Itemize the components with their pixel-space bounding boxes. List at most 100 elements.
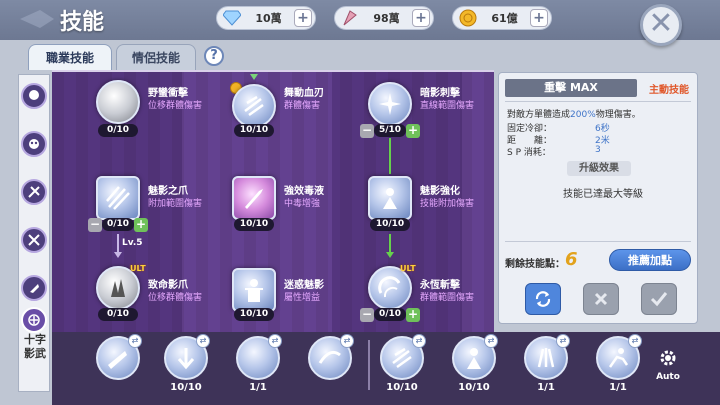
job-class2-button[interactable] <box>21 179 47 205</box>
arrow-down-icon <box>386 252 394 258</box>
divider <box>505 241 691 242</box>
hotbar-slot[interactable]: ⇄ <box>380 334 426 380</box>
hotbar-count: 1/1 <box>609 382 627 393</box>
swap-icon: ⇄ <box>268 334 282 348</box>
flying-blades-icon <box>392 347 412 369</box>
hotbar-slot[interactable]: ⇄ <box>96 334 142 380</box>
check-icon <box>650 292 668 307</box>
skill-level: 0/10 <box>98 308 138 321</box>
skill-level: 10/10 <box>370 218 410 231</box>
skill-desc: 位移群體傷害 <box>148 101 203 111</box>
poison-blade-icon <box>245 189 263 209</box>
skill-type-label: 主動技能 <box>649 85 689 96</box>
add-crystal-button[interactable]: + <box>412 9 430 27</box>
hotbar-slot[interactable]: ⇄ <box>524 334 570 380</box>
currency-value: 98萬 <box>373 12 400 25</box>
skill-enchant-poison[interactable] <box>232 176 276 220</box>
skill-confusing-phantom[interactable] <box>232 268 276 312</box>
skill-name: 暗影刺擊 <box>420 88 460 99</box>
divider <box>505 101 691 102</box>
recommend-allocation-button[interactable]: 推薦加點 <box>609 249 691 271</box>
job-novice-button[interactable] <box>21 83 47 109</box>
skill-phantom-enhance[interactable] <box>368 176 412 220</box>
job-class3-button[interactable] <box>21 227 47 253</box>
currency-gold: 61億 + <box>452 6 552 30</box>
top-bar: 技能 10萬 + 98萬 + 61億 + ✕ <box>0 0 720 46</box>
skill-name: 魅影之爪 <box>148 186 188 197</box>
skill-desc: 技能附加傷害 <box>420 199 475 209</box>
skill-desc: 中毒增強 <box>284 199 321 209</box>
hotbar-count: 1/1 <box>537 382 555 393</box>
tree-connector <box>389 234 391 254</box>
tab-job-skills[interactable]: 職業技能 <box>28 44 112 70</box>
decrease-level-button[interactable]: − <box>360 124 374 138</box>
hotbar-slot[interactable]: ⇄ <box>452 334 498 380</box>
auto-button[interactable]: Auto <box>652 348 684 384</box>
skull-icon <box>29 139 39 149</box>
upgrade-effect-label: 升級效果 <box>567 161 631 176</box>
ghost-icon <box>29 90 39 100</box>
multi-blade-icon <box>537 348 555 368</box>
desc-prefix: 對敵方單體造成 <box>507 110 571 120</box>
confirm-button[interactable] <box>641 283 677 315</box>
tree-connector <box>117 234 119 254</box>
skill-desc: 附加範圍傷害 <box>148 199 203 209</box>
cancel-button[interactable] <box>583 283 619 315</box>
ult-badge: ULT <box>400 264 416 273</box>
add-gold-button[interactable]: + <box>530 9 548 27</box>
sp-cost-label: S P 消耗： <box>507 148 551 158</box>
job-guillotine-cross-button[interactable] <box>21 307 47 333</box>
sp-cost-value: 3 <box>595 145 601 155</box>
increase-level-button[interactable]: + <box>134 218 148 232</box>
decrease-level-button[interactable]: − <box>360 308 374 322</box>
hotbar-slot[interactable]: ⇄ <box>308 334 354 380</box>
currency-crystal: 98萬 + <box>334 6 434 30</box>
reset-button[interactable] <box>525 283 561 315</box>
skill-savage-impact[interactable] <box>96 80 140 124</box>
skill-description: 對敵方單體造成200%物理傷害。 <box>507 107 641 120</box>
add-diamond-button[interactable]: + <box>294 9 312 27</box>
increase-level-button[interactable]: + <box>406 308 420 322</box>
gold-coin-icon <box>457 7 479 29</box>
spiral-slash-icon <box>378 276 401 298</box>
remaining-points-label: 剩餘技能點： <box>505 259 565 270</box>
skill-desc: 屬性增益 <box>284 293 321 303</box>
dash-slash-icon <box>108 351 127 369</box>
skill-level: 10/10 <box>234 218 274 231</box>
skill-tree-panel: 0/10 野蠻衝擊 位移群體傷害 10/10 舞動血刃 群體傷害 − 5/10 … <box>52 70 494 334</box>
hotbar-count: 10/10 <box>170 382 202 393</box>
help-button[interactable]: ? <box>204 46 224 66</box>
increase-level-button[interactable]: + <box>406 124 420 138</box>
skill-level: 10/10 <box>234 124 274 137</box>
close-button[interactable]: ✕ <box>640 4 682 46</box>
wave-slash-icon <box>318 350 341 364</box>
hotbar-slot[interactable]: ⇄ <box>596 334 642 380</box>
figure-aura-icon <box>467 348 481 369</box>
max-level-text: 技能已達最大等級 <box>563 189 643 200</box>
humanoid-icon <box>245 279 263 302</box>
skill-phantom-claw[interactable] <box>96 176 140 220</box>
job-class4-button[interactable] <box>21 275 47 301</box>
swap-icon: ⇄ <box>196 334 210 348</box>
skill-dancing-blades[interactable] <box>232 84 276 128</box>
skill-desc: 直線範圍傷害 <box>420 101 475 111</box>
decrease-level-button[interactable]: − <box>88 218 102 232</box>
skill-name: 野蠻衝擊 <box>148 88 188 99</box>
skill-level: 0/10 <box>374 308 406 321</box>
skill-shadow-stab[interactable] <box>368 82 412 126</box>
claw-slash-icon <box>106 186 130 210</box>
skill-level: 0/10 <box>98 124 138 137</box>
swap-icon: ⇄ <box>556 334 570 348</box>
down-strike-icon <box>177 348 195 370</box>
hotbar-slot[interactable]: ⇄ <box>236 334 282 380</box>
hotbar-count: 10/10 <box>386 382 418 393</box>
swap-icon: ⇄ <box>340 334 354 348</box>
arrow-indicator-icon <box>250 74 258 80</box>
job-class1-button[interactable] <box>21 131 47 157</box>
currency-value: 61億 <box>491 12 518 25</box>
tab-couple-skills[interactable]: 情侶技能 <box>116 44 196 70</box>
swap-icon: ⇄ <box>412 334 426 348</box>
hotbar-slot[interactable]: ⇄ <box>164 334 210 380</box>
cross-emblem-icon <box>28 314 40 326</box>
job-name-label: 十字影武 <box>24 333 46 360</box>
